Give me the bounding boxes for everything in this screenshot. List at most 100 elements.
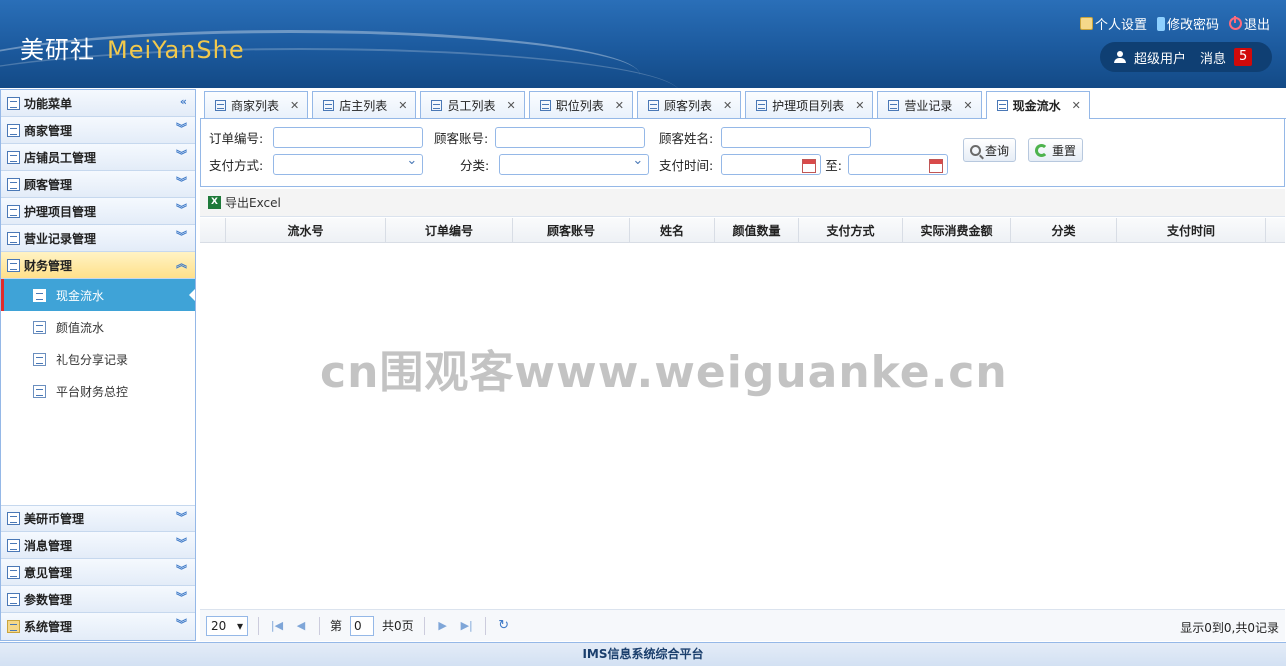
sidebar-item-business[interactable]: 营业记录管理 ︾ xyxy=(1,225,195,252)
search-form: 订单编号: 顾客账号: 顾客姓名: 支付方式: 分类: 支付时间: 至: 查询 … xyxy=(200,119,1285,187)
reset-button-label: 重置 xyxy=(1052,143,1077,158)
category-label: 分类: xyxy=(460,158,490,173)
user-bar: 超级用户 消息 5 xyxy=(1100,42,1272,72)
sidebar-item-customer[interactable]: 顾客管理 ︾ xyxy=(1,171,195,198)
page-size-select[interactable]: 20 ▾ xyxy=(206,615,248,636)
column-header[interactable]: 分类 xyxy=(1011,218,1117,242)
column-header[interactable]: 支付方式 xyxy=(799,218,903,242)
sidebar-item-feedback[interactable]: 意见管理 ︾ xyxy=(1,559,195,586)
close-icon[interactable]: ✕ xyxy=(855,99,864,112)
expand-icon: ︾ xyxy=(176,591,187,604)
table-icon xyxy=(323,99,335,111)
column-header[interactable]: 顾客账号 xyxy=(513,218,630,242)
close-icon[interactable]: ✕ xyxy=(290,99,299,112)
personal-settings-link[interactable]: 个人设置 xyxy=(1079,14,1147,33)
row-number-header xyxy=(200,218,226,242)
sidebar-item-staff[interactable]: 店铺员工管理 ︾ xyxy=(1,144,195,171)
username[interactable]: 超级用户 xyxy=(1134,48,1186,67)
tab-label: 现金流水 xyxy=(1012,99,1061,113)
column-header[interactable]: 实际消费金额 xyxy=(903,218,1011,242)
sidebar-item-message[interactable]: 消息管理 ︾ xyxy=(1,532,195,559)
close-icon[interactable]: ✕ xyxy=(1072,99,1081,112)
sidebar-item-merchant[interactable]: 商家管理 ︾ xyxy=(1,117,195,144)
messages-label[interactable]: 消息 xyxy=(1200,48,1226,67)
toolbar: X 导出Excel xyxy=(200,189,1285,217)
first-page-icon[interactable]: |◀ xyxy=(269,619,285,632)
tab-position-list[interactable]: 职位列表 ✕ xyxy=(528,91,633,118)
close-icon[interactable]: ✕ xyxy=(506,99,515,112)
collapse-sidebar-icon[interactable]: « xyxy=(180,96,187,108)
grid-body: cn围观客www.weiguanke.cn xyxy=(200,244,1285,608)
sidebar-item-params[interactable]: 参数管理 ︾ xyxy=(1,586,195,613)
pay-time-start-input[interactable] xyxy=(721,154,822,175)
column-header[interactable]: 订单编号 xyxy=(386,218,513,242)
sub-item-beauty-flow[interactable]: 颜值流水 xyxy=(1,311,195,343)
sidebar-bottom-group: 美研币管理 ︾ 消息管理 ︾ 意见管理 ︾ 参数管理 ︾ 系统管理 ︾ xyxy=(1,505,195,640)
pay-time-label: 支付时间: xyxy=(659,158,714,173)
query-button-label: 查询 xyxy=(985,143,1010,158)
prev-page-icon[interactable]: ◀ xyxy=(293,619,309,632)
sidebar-item-label: 参数管理 xyxy=(24,592,73,607)
sidebar-item-system[interactable]: 系统管理 ︾ xyxy=(1,613,195,640)
password-icon xyxy=(1156,16,1165,31)
sub-item-cash-flow[interactable]: 现金流水 xyxy=(1,279,195,311)
close-icon[interactable]: ✕ xyxy=(723,99,732,112)
sub-item-platform-finance[interactable]: 平台财务总控 xyxy=(1,375,195,407)
excel-icon: X xyxy=(208,196,221,209)
last-page-icon[interactable]: ▶| xyxy=(459,619,475,632)
order-no-input[interactable] xyxy=(273,127,424,148)
reload-icon[interactable]: ↻ xyxy=(496,618,512,633)
messages-badge[interactable]: 5 xyxy=(1234,48,1253,66)
sub-item-gift-share[interactable]: 礼包分享记录 xyxy=(1,343,195,375)
sidebar-item-label: 财务管理 xyxy=(24,258,73,273)
close-icon[interactable]: ✕ xyxy=(615,99,624,112)
customer-account-input[interactable] xyxy=(495,127,646,148)
table-icon xyxy=(7,177,20,191)
customer-name-label: 顾客姓名: xyxy=(659,131,714,146)
column-header[interactable]: 支付时间 xyxy=(1117,218,1266,242)
sidebar-item-care[interactable]: 护理项目管理 ︾ xyxy=(1,198,195,225)
sidebar-item-finance[interactable]: 财务管理 ︽ xyxy=(1,252,195,279)
logo: 美研社 MeiYanShe xyxy=(20,30,245,65)
pay-method-select[interactable] xyxy=(273,153,424,175)
column-header[interactable]: 颜值数量 xyxy=(715,218,799,242)
change-password-link[interactable]: 修改密码 xyxy=(1156,14,1219,33)
next-page-icon[interactable]: ▶ xyxy=(435,619,451,632)
category-select[interactable] xyxy=(499,153,650,175)
page-prefix: 第 xyxy=(330,619,343,633)
sidebar-item-coin[interactable]: 美研币管理 ︾ xyxy=(1,505,195,532)
tab-label: 职位列表 xyxy=(555,98,604,113)
separator xyxy=(258,616,259,635)
tab-cash-flow[interactable]: 现金流水 ✕ xyxy=(985,91,1090,119)
column-header[interactable]: 流水号 xyxy=(226,218,386,242)
sidebar-item-label: 商家管理 xyxy=(24,123,73,138)
close-icon[interactable]: ✕ xyxy=(963,99,972,112)
query-button[interactable]: 查询 xyxy=(963,138,1017,162)
tab-employee-list[interactable]: 员工列表 ✕ xyxy=(420,91,525,118)
table-icon xyxy=(431,99,443,111)
sidebar-item-label: 系统管理 xyxy=(24,620,73,634)
table-icon xyxy=(539,99,551,111)
tab-business-records[interactable]: 营业记录 ✕ xyxy=(877,91,982,118)
tab-care-list[interactable]: 护理项目列表 ✕ xyxy=(745,91,874,118)
sidebar-item-label: 护理项目管理 xyxy=(24,204,97,219)
personal-settings-label: 个人设置 xyxy=(1094,18,1147,33)
tab-label: 顾客列表 xyxy=(663,98,712,113)
tab-customer-list[interactable]: 顾客列表 ✕ xyxy=(636,91,742,118)
export-excel-button[interactable]: 导出Excel xyxy=(225,194,281,211)
tab-label: 营业记录 xyxy=(904,98,953,113)
close-icon[interactable]: ✕ xyxy=(398,99,407,112)
reset-button[interactable]: 重置 xyxy=(1028,138,1084,162)
tab-merchant-list[interactable]: 商家列表 ✕ xyxy=(204,91,309,118)
pagination: 20 ▾ |◀ ◀ 第 0 共0页 ▶ ▶| ↻ 显示0到0,共0记录 xyxy=(200,609,1285,641)
sub-item-label: 礼包分享记录 xyxy=(56,352,129,367)
column-header[interactable]: 姓名 xyxy=(630,218,715,242)
pay-time-end-input[interactable] xyxy=(847,154,948,175)
sidebar-title: 功能菜单 xyxy=(24,96,73,111)
tab-owner-list[interactable]: 店主列表 ✕ xyxy=(312,91,417,118)
page-number-input[interactable]: 0 xyxy=(350,615,375,636)
footer: IMS信息系统综合平台 xyxy=(0,642,1286,666)
expand-icon: ︾ xyxy=(176,537,187,550)
logout-link[interactable]: 退出 xyxy=(1228,14,1270,33)
customer-name-input[interactable] xyxy=(721,127,872,148)
